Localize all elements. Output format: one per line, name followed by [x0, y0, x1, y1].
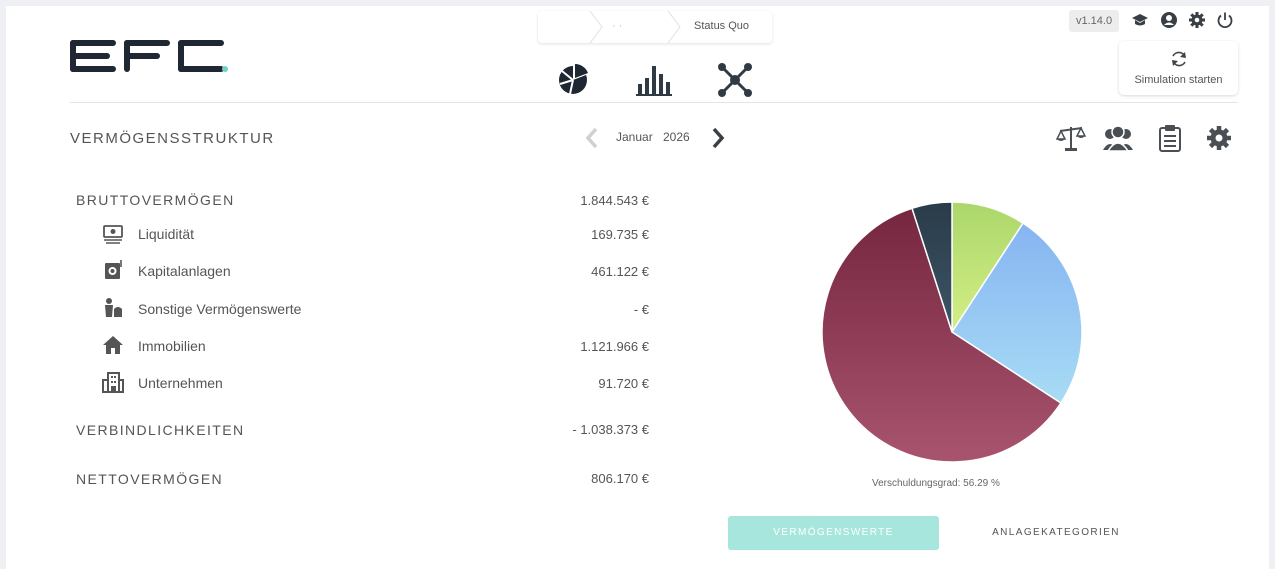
other-assets-label: Sonstige Vermögenswerte	[138, 301, 302, 317]
valuables-icon	[105, 298, 122, 317]
breadcrumb-item-2[interactable]: · ·	[612, 20, 622, 32]
efc-logo	[70, 40, 228, 72]
header-divider	[70, 102, 1238, 103]
power-icon[interactable]	[1216, 11, 1234, 29]
house-icon	[103, 336, 123, 354]
companies-label: Unternehmen	[138, 375, 223, 391]
real-estate-label: Immobilien	[138, 338, 206, 354]
investments-label: Kapitalanlagen	[138, 263, 231, 279]
graduation-cap-icon[interactable]	[1131, 11, 1149, 29]
net-assets-label: NETTOVERMÖGEN	[76, 471, 224, 487]
investment-icon	[105, 260, 122, 279]
pie-chart-view-icon[interactable]	[556, 62, 590, 96]
user-account-icon[interactable]	[1160, 11, 1178, 29]
investments-value: 461.122 €	[591, 264, 649, 279]
breadcrumb-item-status-quo[interactable]: Status Quo	[694, 20, 749, 32]
refresh-icon	[1172, 51, 1186, 67]
real-estate-value: 1.121.966 €	[580, 339, 649, 354]
simulation-start-button[interactable]: Simulation starten	[1119, 41, 1238, 95]
next-month-icon[interactable]	[710, 126, 726, 150]
tab-anlagekategorien[interactable]: ANLAGEKATEGORIEN	[951, 516, 1161, 550]
settings-gear-icon-large[interactable]	[1205, 124, 1233, 152]
gross-assets-value: 1.844.543 €	[580, 193, 649, 208]
balance-scale-icon[interactable]	[1056, 124, 1086, 152]
month-label: Januar	[616, 130, 653, 144]
liquidity-label: Liquidität	[138, 226, 195, 242]
previous-month-icon[interactable]	[584, 126, 600, 150]
debt-ratio-label: Verschuldungsgrad: 56.29 %	[872, 478, 1000, 489]
version-badge: v1.14.0	[1069, 10, 1120, 32]
liabilities-label: VERBINDLICHKEITEN	[76, 422, 245, 438]
liabilities-value: - 1.038.373 €	[572, 422, 649, 437]
net-assets-value: 806.170 €	[591, 471, 649, 486]
tab-vermoegenswerte[interactable]: VERMÖGENSWERTE	[728, 516, 939, 550]
asset-pie-chart	[821, 201, 1083, 463]
building-icon	[102, 372, 124, 393]
users-group-icon[interactable]	[1102, 124, 1134, 152]
simulation-start-label: Simulation starten	[1134, 74, 1223, 86]
other-assets-value: - €	[633, 302, 649, 317]
liquidity-value: 169.735 €	[591, 227, 649, 242]
bar-chart-view-icon[interactable]	[636, 62, 672, 96]
breadcrumb: · · Status Quo	[538, 11, 772, 43]
companies-value: 91.720 €	[598, 376, 649, 391]
page-title: VERMÖGENSSTRUKTUR	[70, 130, 275, 147]
app-page: · · Status Quo v1.14.0 Simulation starte…	[6, 6, 1269, 569]
year-label: 2026	[663, 130, 690, 144]
clipboard-icon[interactable]	[1158, 124, 1182, 152]
network-view-icon[interactable]	[717, 62, 753, 98]
settings-gear-icon[interactable]	[1188, 11, 1206, 29]
cash-icon	[103, 225, 123, 244]
gross-assets-label: BRUTTOVERMÖGEN	[76, 192, 235, 208]
